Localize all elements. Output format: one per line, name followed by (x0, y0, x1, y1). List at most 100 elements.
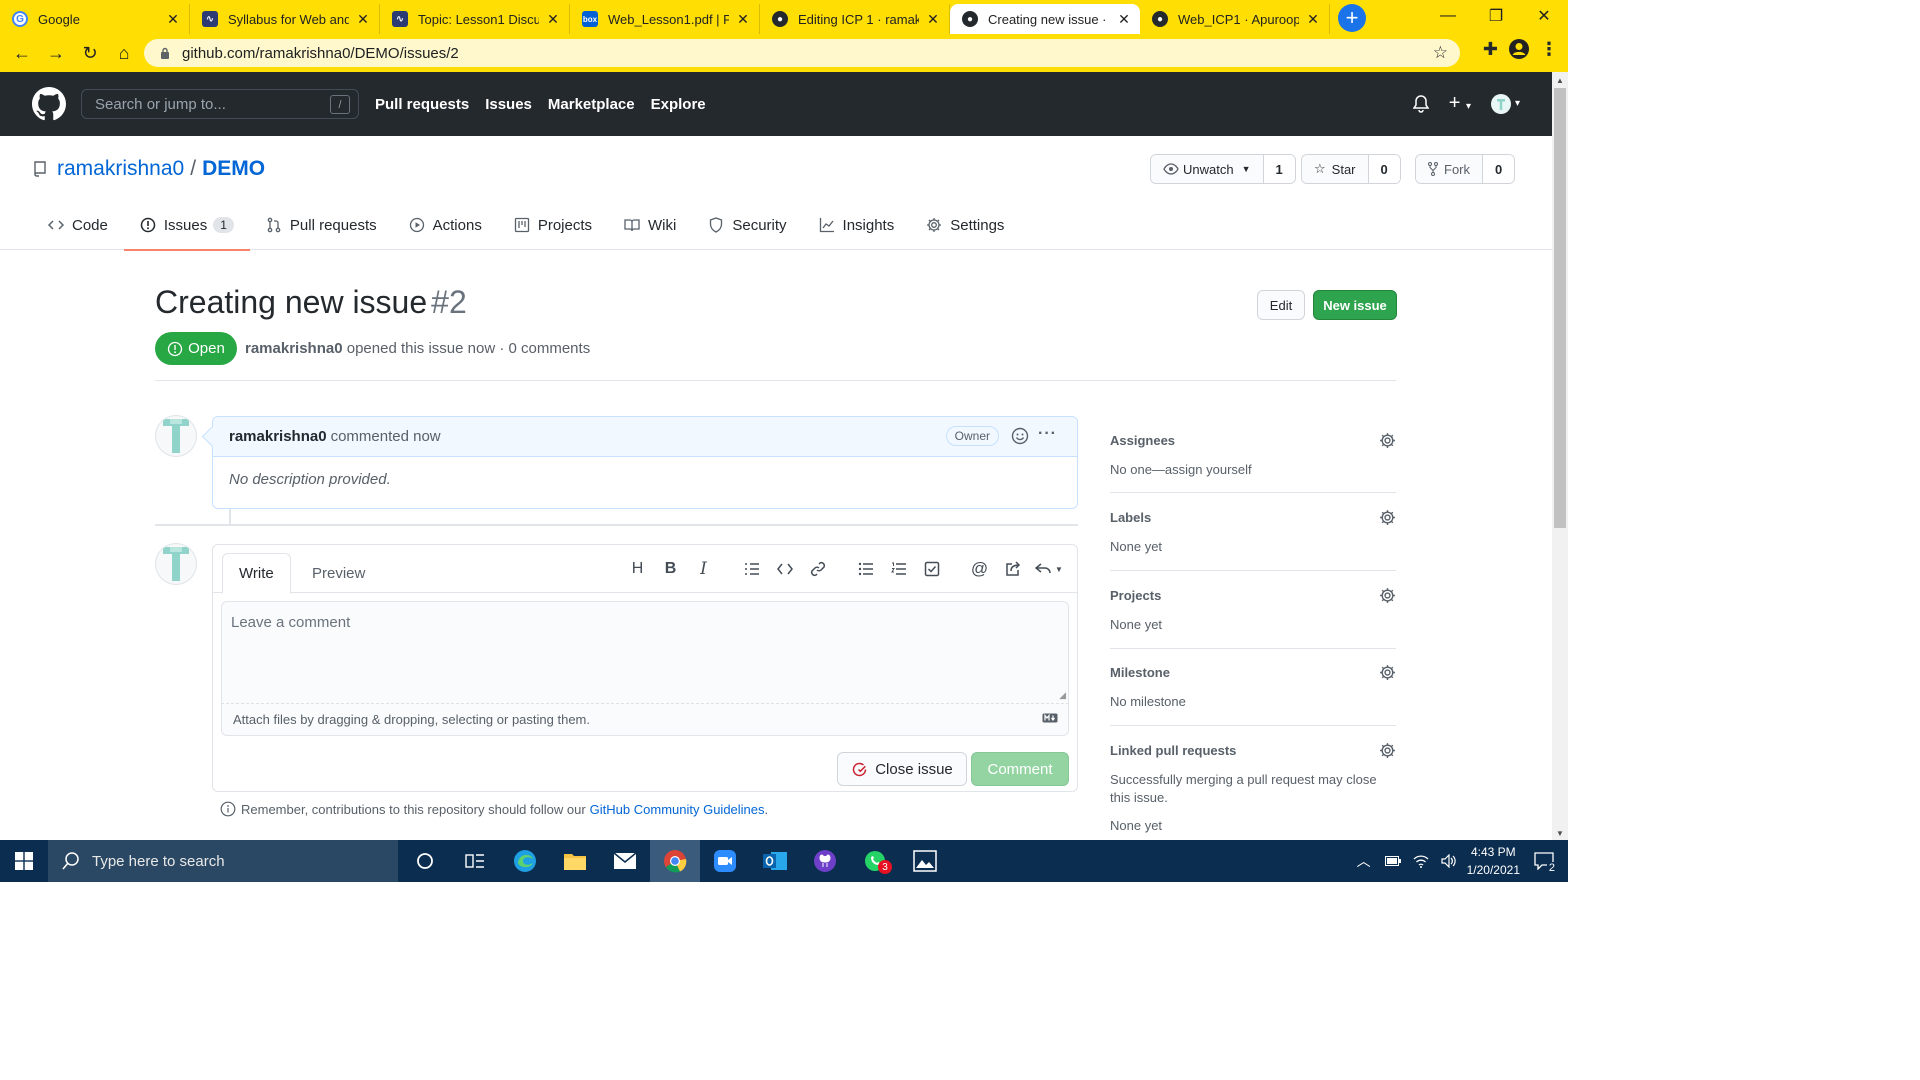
github-desktop-icon[interactable] (800, 840, 850, 882)
task-list-icon[interactable] (915, 557, 948, 581)
star-count[interactable]: 0 (1368, 155, 1400, 183)
minimize-icon[interactable]: — (1424, 0, 1472, 32)
gear-icon[interactable] (1379, 587, 1396, 604)
nav-explore[interactable]: Explore (651, 96, 706, 113)
browser-tab[interactable]: ∿ Topic: Lesson1 Discussi ✕ (380, 4, 570, 34)
comment-author-link[interactable]: ramakrishna0 (229, 428, 327, 445)
unwatch-button[interactable]: Unwatch ▼ (1151, 155, 1264, 183)
file-explorer-icon[interactable] (550, 840, 600, 882)
photos-icon[interactable] (900, 840, 950, 882)
close-icon[interactable]: ✕ (735, 11, 751, 28)
windows-start-icon[interactable] (0, 840, 48, 882)
tab-pull-requests[interactable]: Pull requests (250, 200, 393, 250)
gear-icon[interactable] (1379, 432, 1396, 449)
close-icon[interactable]: ✕ (925, 11, 941, 28)
avatar[interactable] (155, 543, 197, 585)
close-icon[interactable]: ✕ (355, 11, 371, 28)
wifi-icon[interactable] (1413, 854, 1429, 868)
bullet-list-icon[interactable] (849, 557, 882, 581)
create-new-dropdown[interactable]: + ▾ (1449, 92, 1471, 115)
close-icon[interactable]: ✕ (1116, 11, 1132, 28)
tab-security[interactable]: Security (692, 200, 802, 250)
chrome-icon[interactable] (650, 840, 700, 882)
gear-icon[interactable] (1379, 509, 1396, 526)
comment-button[interactable]: Comment (971, 752, 1069, 786)
reload-icon[interactable]: ↻ (73, 36, 107, 70)
bookmark-star-icon[interactable]: ☆ (1433, 43, 1448, 63)
scroll-up-icon[interactable]: ▲ (1556, 76, 1564, 85)
outlook-icon[interactable] (750, 840, 800, 882)
watch-count[interactable]: 1 (1263, 155, 1295, 183)
page-scrollbar[interactable]: ▲ ▼ (1552, 72, 1568, 840)
browser-tab[interactable]: ● Editing ICP 1 · ramakris ✕ (760, 4, 950, 34)
taskbar-search-input[interactable]: Type here to search (48, 840, 398, 882)
nav-issues[interactable]: Issues (485, 96, 532, 113)
back-icon[interactable]: ← (5, 36, 39, 70)
fork-button[interactable]: Fork (1416, 155, 1483, 183)
fork-count[interactable]: 0 (1483, 155, 1515, 183)
bell-icon[interactable] (1412, 94, 1429, 113)
edge-icon[interactable] (500, 840, 550, 882)
resize-handle-icon[interactable]: ◢ (1059, 690, 1066, 701)
whatsapp-icon[interactable]: 3 (850, 840, 900, 882)
tab-code[interactable]: Code (32, 200, 124, 250)
user-avatar-dropdown[interactable]: ▾ (1490, 93, 1520, 114)
browser-tab-active[interactable]: ● Creating new issue · Iss ✕ (950, 4, 1140, 34)
close-window-icon[interactable]: ✕ (1520, 0, 1568, 32)
issue-author-link[interactable]: ramakrishna0 (245, 340, 343, 357)
battery-icon[interactable] (1384, 856, 1401, 866)
home-icon[interactable]: ⌂ (107, 36, 141, 70)
smiley-icon[interactable] (1011, 427, 1029, 445)
bold-icon[interactable]: B (654, 557, 687, 581)
reply-dropdown-icon[interactable]: ▼ (1029, 557, 1069, 581)
url-field[interactable]: github.com/ramakrishna0/DEMO/issues/2 ☆ (144, 39, 1460, 67)
repo-name-link[interactable]: DEMO (202, 157, 265, 181)
tab-projects[interactable]: Projects (498, 200, 608, 250)
markdown-icon[interactable] (1042, 713, 1058, 723)
browser-tab[interactable]: ● Web_ICP1 · Apuroop1/ ✕ (1140, 4, 1330, 34)
gear-icon[interactable] (1379, 664, 1396, 681)
tab-actions[interactable]: Actions (393, 200, 498, 250)
attach-files-bar[interactable]: Attach files by dragging & dropping, sel… (221, 704, 1069, 736)
restore-icon[interactable]: ❐ (1472, 0, 1520, 32)
kebab-menu-icon[interactable]: ··· (1038, 425, 1057, 443)
gear-icon[interactable] (1379, 742, 1396, 759)
preview-tab[interactable]: Preview (296, 553, 381, 594)
browser-tab[interactable]: ∿ Syllabus for Web and M ✕ (190, 4, 380, 34)
close-icon[interactable]: ✕ (165, 11, 181, 28)
tab-issues[interactable]: Issues 1 (123, 200, 250, 251)
new-tab-button[interactable]: + (1338, 4, 1366, 32)
mail-icon[interactable] (600, 840, 650, 882)
close-icon[interactable]: ✕ (1305, 11, 1321, 28)
star-button[interactable]: ☆ Star (1302, 155, 1369, 183)
profile-icon[interactable] (1508, 38, 1530, 60)
repo-owner-link[interactable]: ramakrishna0 (57, 157, 184, 181)
extensions-icon[interactable]: ✚ (1483, 39, 1498, 60)
menu-dots-icon[interactable]: ⋮ (1540, 39, 1558, 60)
write-tab[interactable]: Write (222, 553, 291, 594)
close-icon[interactable]: ✕ (545, 11, 561, 28)
edit-button[interactable]: Edit (1257, 290, 1305, 320)
scrollbar-thumb[interactable] (1554, 88, 1566, 528)
comment-time[interactable]: commented now (331, 428, 441, 445)
comment-textarea[interactable]: Leave a comment ◢ (221, 601, 1069, 704)
notification-center-icon[interactable]: 2 (1534, 852, 1557, 874)
numbered-list-icon[interactable] (882, 557, 915, 581)
taskbar-clock[interactable]: 4:43 PM 1/20/2021 (1467, 843, 1520, 879)
heading-icon[interactable]: H (621, 557, 654, 581)
italic-icon[interactable]: I (687, 557, 720, 581)
mention-icon[interactable]: @ (963, 557, 996, 581)
link-icon[interactable] (801, 557, 834, 581)
browser-tab[interactable]: box Web_Lesson1.pdf | Pow ✕ (570, 4, 760, 34)
zoom-icon[interactable] (700, 840, 750, 882)
task-view-icon[interactable] (450, 840, 500, 882)
github-search-input[interactable]: Search or jump to... / (81, 89, 359, 119)
community-guidelines-link[interactable]: GitHub Community Guidelines (590, 802, 765, 817)
github-logo-icon[interactable] (32, 87, 66, 121)
close-issue-button[interactable]: Close issue (837, 752, 967, 786)
cortana-icon[interactable] (400, 840, 450, 882)
forward-icon[interactable]: → (39, 36, 73, 70)
quote-icon[interactable] (735, 557, 768, 581)
avatar[interactable] (155, 415, 197, 457)
volume-icon[interactable] (1441, 854, 1457, 868)
